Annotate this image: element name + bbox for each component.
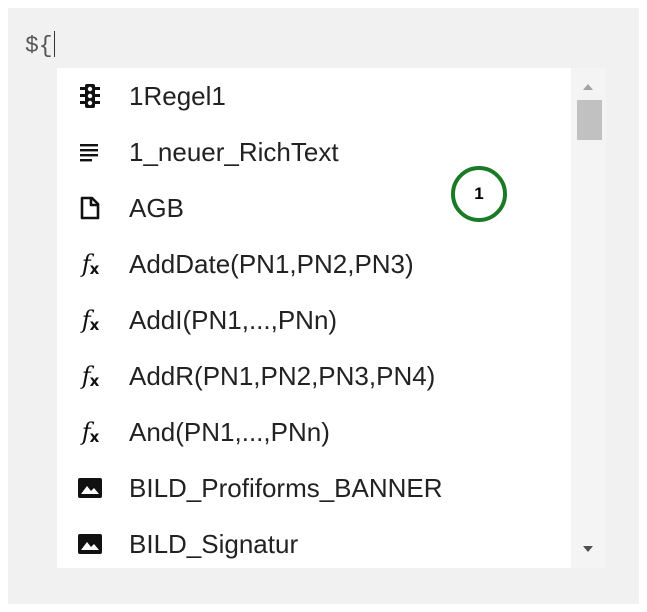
callout-number: 1 <box>474 184 484 203</box>
expression-input-text: ${ <box>25 33 53 59</box>
expression-input[interactable]: ${ <box>25 31 55 60</box>
autocomplete-item-label: AddI(PN1,...,PNn) <box>129 304 338 335</box>
autocomplete-item-1regel1[interactable]: 1Regel1 <box>57 68 577 124</box>
scroll-down-arrow-icon[interactable] <box>583 546 593 552</box>
function-icon: fx <box>81 418 100 446</box>
callout-badge: 1 <box>451 166 507 222</box>
autocomplete-item-label: BILD_Signatur <box>129 528 299 559</box>
autocomplete-item-label: 1_neuer_RichText <box>129 136 339 167</box>
autocomplete-item-label: And(PN1,...,PNn) <box>129 416 330 447</box>
scrollbar-thumb[interactable] <box>577 100 602 140</box>
autocomplete-item-bild-profiforms-banner[interactable]: BILD_Profiforms_BANNER <box>57 460 577 516</box>
traffic-light-icon <box>73 82 107 110</box>
autocomplete-item-label: BILD_Profiforms_BANNER <box>129 472 443 503</box>
image-icon <box>73 530 107 558</box>
autocomplete-item-1-neuer-richtext[interactable]: 1_neuer_RichText <box>57 124 577 180</box>
function-icon: fx <box>81 250 100 278</box>
autocomplete-item-label: 1Regel1 <box>129 80 226 111</box>
function-icon: fx <box>81 362 100 390</box>
image-icon <box>73 474 107 502</box>
autocomplete-item-adddate[interactable]: fx AddDate(PN1,PN2,PN3) <box>57 236 577 292</box>
autocomplete-item-label: AddDate(PN1,PN2,PN3) <box>129 248 414 279</box>
autocomplete-item-addi[interactable]: fx AddI(PN1,...,PNn) <box>57 292 577 348</box>
autocomplete-dropdown: 1Regel1 1_neuer_RichText AGB fx AddDate(… <box>57 68 606 568</box>
dropdown-scrollbar[interactable] <box>571 68 606 568</box>
scroll-up-arrow-icon[interactable] <box>583 84 593 90</box>
autocomplete-item-and[interactable]: fx And(PN1,...,PNn) <box>57 404 577 460</box>
rich-text-icon <box>73 138 107 166</box>
autocomplete-item-label: AGB <box>129 192 184 223</box>
document-icon <box>73 194 107 222</box>
autocomplete-item-bild-signatur[interactable]: BILD_Signatur <box>57 516 577 568</box>
function-icon: fx <box>81 306 100 334</box>
text-caret <box>53 31 55 57</box>
autocomplete-item-addr[interactable]: fx AddR(PN1,PN2,PN3,PN4) <box>57 348 577 404</box>
autocomplete-item-label: AddR(PN1,PN2,PN3,PN4) <box>129 360 436 391</box>
